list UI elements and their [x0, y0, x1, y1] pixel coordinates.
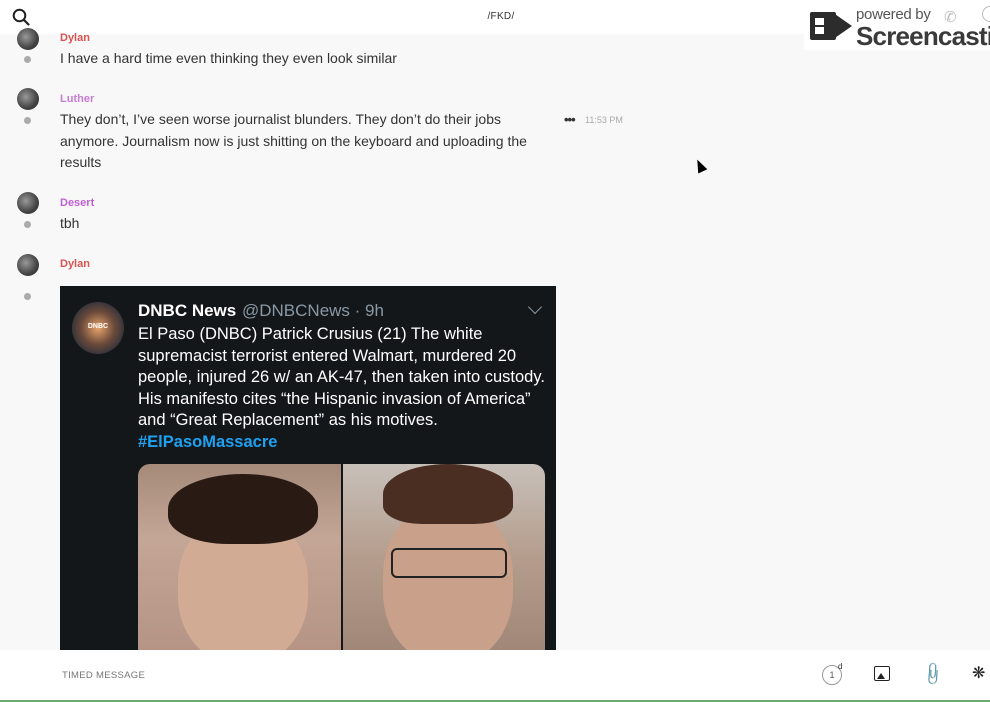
avatar[interactable]: [17, 28, 39, 50]
photo-hair: [383, 464, 513, 524]
tweet-image[interactable]: DNBC DNBC News @DNBCNews · 9h El Paso (D…: [60, 286, 556, 650]
tweet-author-name: DNBC News: [138, 301, 237, 320]
screencastify-watermark: powered by Screencastify ✆: [804, 2, 990, 50]
status-dot: [24, 56, 31, 63]
message-username[interactable]: Dylan: [60, 32, 90, 44]
photo-hair: [168, 474, 318, 544]
message-text: I have a hard time even thinking they ev…: [60, 50, 397, 66]
watermark-brand: Screencastify: [856, 21, 990, 50]
tweet-avatar-label: DNBC: [87, 323, 109, 330]
timed-message-input[interactable]: [60, 664, 564, 686]
message-text: They don’t, I’ve seen worse journalist b…: [60, 111, 527, 170]
info-icon[interactable]: [982, 6, 990, 22]
tweet-photo-left: [138, 464, 341, 650]
tweet-handle: @DNBCNews · 9h: [242, 301, 384, 320]
mouse-cursor-icon: [692, 157, 708, 174]
timer-unit: d: [838, 662, 843, 671]
tweet-avatar: DNBC: [72, 302, 124, 354]
message-username[interactable]: Desert: [60, 197, 94, 209]
status-dot: [24, 221, 31, 228]
chevron-down-icon: [527, 299, 543, 315]
tweet-body: El Paso (DNBC) Patrick Crusius (21) The …: [138, 324, 546, 453]
status-dot: [24, 293, 31, 300]
composer-bar: 1 d 📎 ❋: [0, 650, 990, 702]
image-icon[interactable]: [874, 666, 890, 681]
message-username[interactable]: Luther: [60, 93, 94, 105]
message-text: tbh: [60, 215, 80, 231]
message-username[interactable]: Dylan: [60, 258, 90, 270]
more-options-icon[interactable]: •••: [564, 112, 576, 127]
avatar[interactable]: [17, 88, 39, 110]
tweet-photo-right: [343, 464, 545, 650]
sparkle-icon[interactable]: ❋: [972, 663, 985, 683]
tweet-hashtag: #ElPasoMassacre: [138, 432, 278, 451]
status-dot: [24, 117, 31, 124]
message-time: 11:53 PM: [585, 115, 623, 125]
avatar[interactable]: [17, 192, 39, 214]
tweet-text: El Paso (DNBC) Patrick Crusius (21) The …: [138, 325, 545, 429]
screencastify-logo-icon: [810, 12, 852, 40]
paperclip-icon[interactable]: 📎: [919, 660, 947, 688]
avatar[interactable]: [17, 254, 39, 276]
photo-glasses: [391, 548, 507, 578]
phone-icon[interactable]: ✆: [944, 8, 957, 26]
